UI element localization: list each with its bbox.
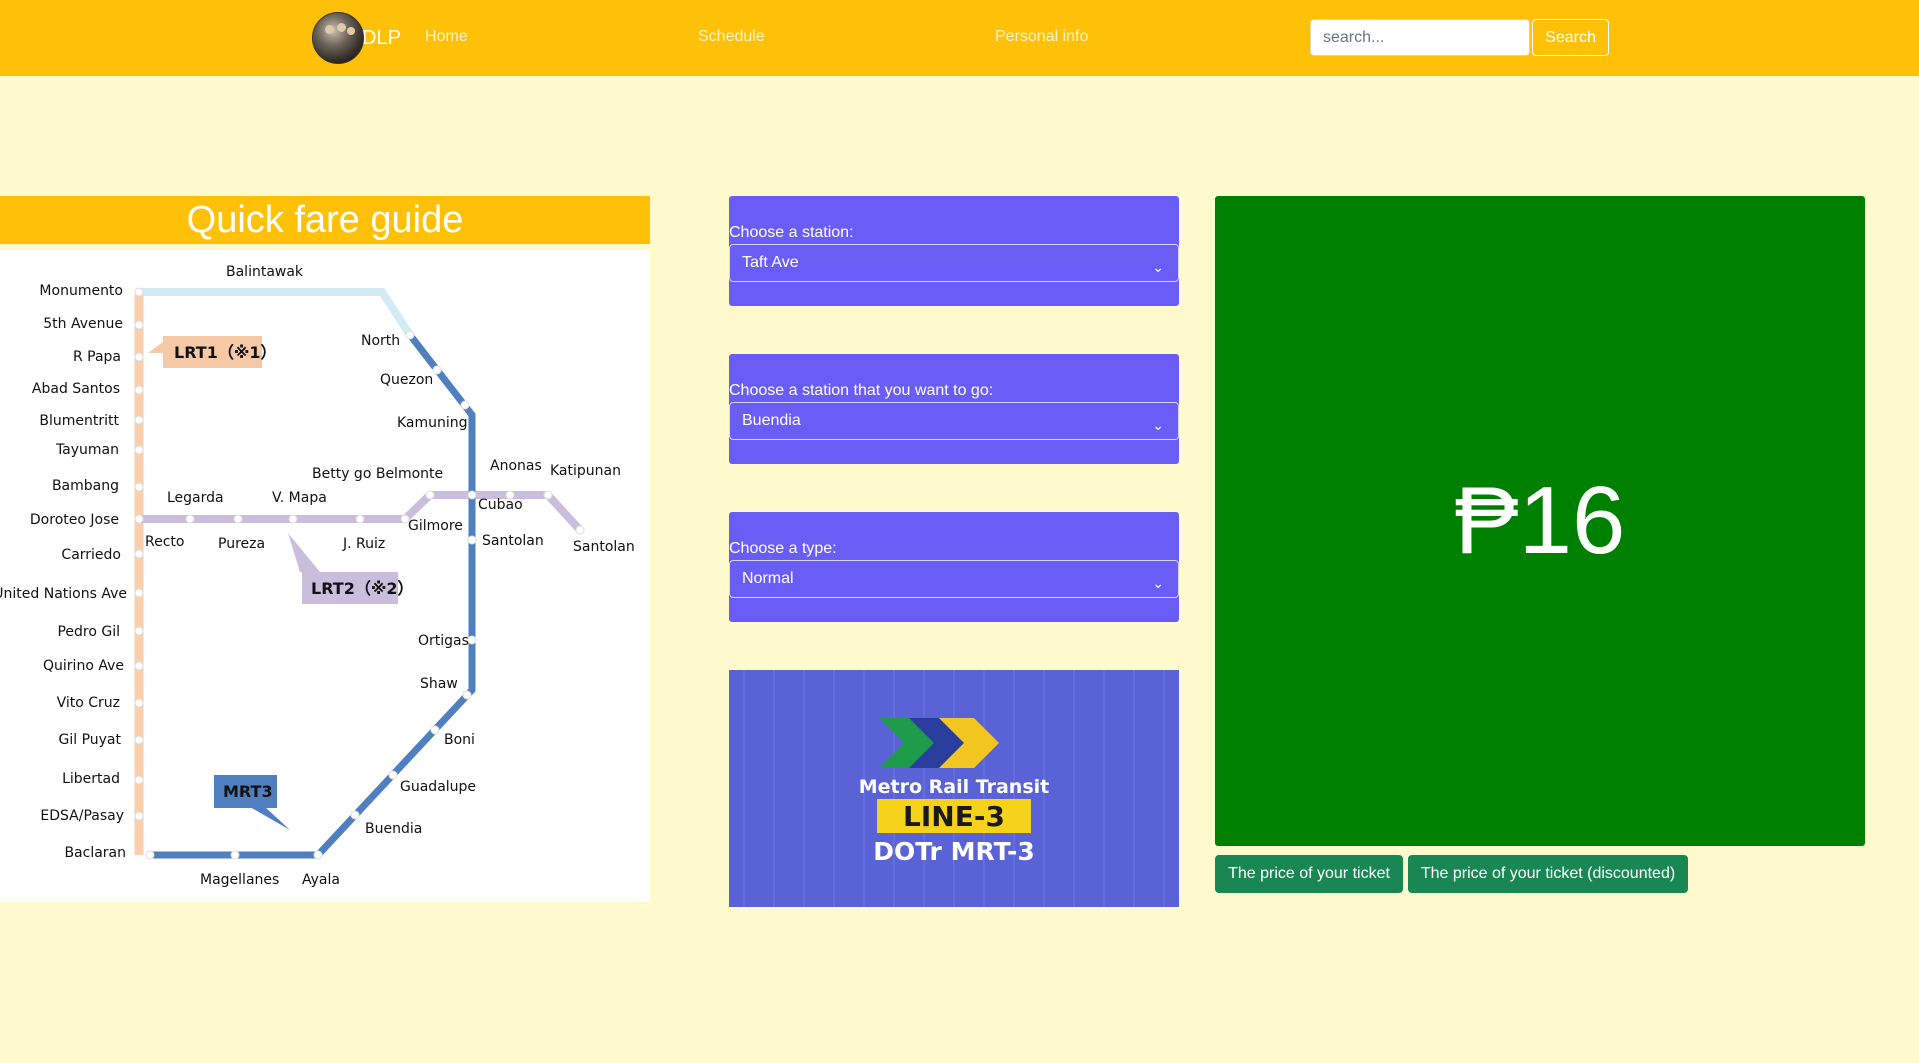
navbar: DLP Home Schedule Personal info Search (0, 0, 1919, 76)
fare-guide-title: Quick fare guide (0, 196, 650, 244)
station-label: Quezon (380, 372, 433, 388)
station-label: Betty go Belmonte (312, 466, 443, 482)
ticket-price: ₱16 (1454, 467, 1626, 574)
search-input[interactable] (1310, 19, 1530, 56)
lrt1-tag-pointer (148, 342, 163, 353)
from-station-panel: Choose a station: Taft Ave ⌄ (729, 196, 1179, 306)
chevron-down-icon: ⌄ (1152, 259, 1164, 275)
station-label: J. Ruiz (342, 536, 385, 552)
station-label: Anonas (490, 458, 542, 474)
station-label: Boni (444, 732, 475, 748)
station-label: Gilmore (408, 518, 463, 534)
banner-line2: LINE-3 (903, 800, 1005, 833)
nav-link-schedule[interactable]: Schedule (698, 28, 765, 46)
to-station-panel: Choose a station that you want to go: Bu… (729, 354, 1179, 464)
chevron-down-icon: ⌄ (1152, 575, 1164, 591)
brand[interactable]: DLP (312, 12, 401, 64)
from-station-label: Choose a station: (729, 224, 854, 241)
mrt3-logo: Metro Rail Transit LINE-3 DOTr MRT-3 (729, 670, 1179, 907)
price-normal-button[interactable]: The price of your ticket (1215, 855, 1403, 893)
station-label: Bambang (52, 478, 119, 494)
to-station-value: Buendia (742, 412, 801, 429)
station-label: Buendia (365, 821, 422, 837)
station-label: Legarda (167, 490, 224, 506)
station-label: V. Mapa (272, 490, 327, 506)
station-label: United Nations Ave (0, 586, 127, 602)
ticket-type-value: Normal (742, 570, 794, 587)
station-label: Ortigas (418, 633, 469, 649)
station-label: Shaw (420, 676, 458, 692)
lrt1-north-extension (139, 288, 414, 338)
ticket-type-select[interactable]: Normal ⌄ (729, 560, 1179, 598)
transit-map: Monumento 5th Avenue R Papa Abad Santos … (0, 250, 650, 902)
lrt1-tag-label: LRT1（※1） (174, 343, 277, 362)
ticket-type-panel: Choose a type: Normal ⌄ (729, 512, 1179, 622)
station-label: Kamuning (397, 415, 468, 431)
station-label: Santolan (573, 539, 635, 555)
station-label: Pureza (218, 536, 265, 552)
nav-link-home[interactable]: Home (425, 28, 468, 46)
station-label: Recto (145, 534, 184, 550)
station-label: Katipunan (550, 463, 621, 479)
mrt3-banner: Metro Rail Transit LINE-3 DOTr MRT-3 (729, 670, 1179, 907)
station-label: Ayala (302, 872, 340, 888)
price-discounted-button[interactable]: The price of your ticket (discounted) (1408, 855, 1688, 893)
station-label: Blumentritt (39, 413, 119, 429)
chevron-down-icon: ⌄ (1152, 417, 1164, 433)
station-label: Quirino Ave (43, 658, 124, 674)
station-label: Magellanes (200, 872, 279, 888)
brand-name: DLP (362, 26, 401, 49)
station-label: Vito Cruz (57, 695, 120, 711)
banner-line3: DOTr MRT-3 (873, 837, 1035, 866)
lrt2-tag-label: LRT2（※2） (311, 579, 414, 598)
station-label: Pedro Gil (57, 624, 120, 640)
to-station-label: Choose a station that you want to go: (729, 382, 994, 399)
brand-logo (312, 12, 364, 64)
station-label: EDSA/Pasay (40, 808, 124, 824)
station-label: Cubao (478, 497, 523, 513)
banner-line1: Metro Rail Transit (859, 776, 1050, 798)
station-label: North (361, 333, 400, 349)
from-station-select[interactable]: Taft Ave ⌄ (729, 244, 1179, 282)
search-button[interactable]: Search (1532, 19, 1609, 56)
from-station-value: Taft Ave (742, 254, 799, 271)
price-display: ₱16 (1215, 196, 1865, 846)
nav-link-personal-info[interactable]: Personal info (995, 28, 1088, 46)
to-station-select[interactable]: Buendia ⌄ (729, 402, 1179, 440)
ticket-type-label: Choose a type: (729, 540, 837, 557)
station-label: Santolan (482, 533, 544, 549)
station-label: Abad Santos (32, 381, 120, 397)
station-label: Monumento (39, 283, 123, 299)
station-label: Tayuman (55, 442, 119, 458)
station-label: Libertad (62, 771, 120, 787)
transit-map-svg: Monumento 5th Avenue R Papa Abad Santos … (0, 264, 635, 888)
mrt3-tag-pointer (250, 807, 290, 830)
station-label: Baclaran (64, 845, 126, 861)
station-label: R Papa (73, 349, 121, 365)
station-label: Carriedo (61, 547, 121, 563)
station-label: Doroteo Jose (30, 512, 119, 528)
mrt3-tag-label: MRT3 (223, 782, 273, 801)
station-label: 5th Avenue (43, 316, 123, 332)
lrt2-tag-pointer (288, 533, 320, 572)
station-label: Gil Puyat (58, 732, 121, 748)
station-label: Balintawak (226, 264, 304, 280)
station-label: Guadalupe (400, 779, 476, 795)
